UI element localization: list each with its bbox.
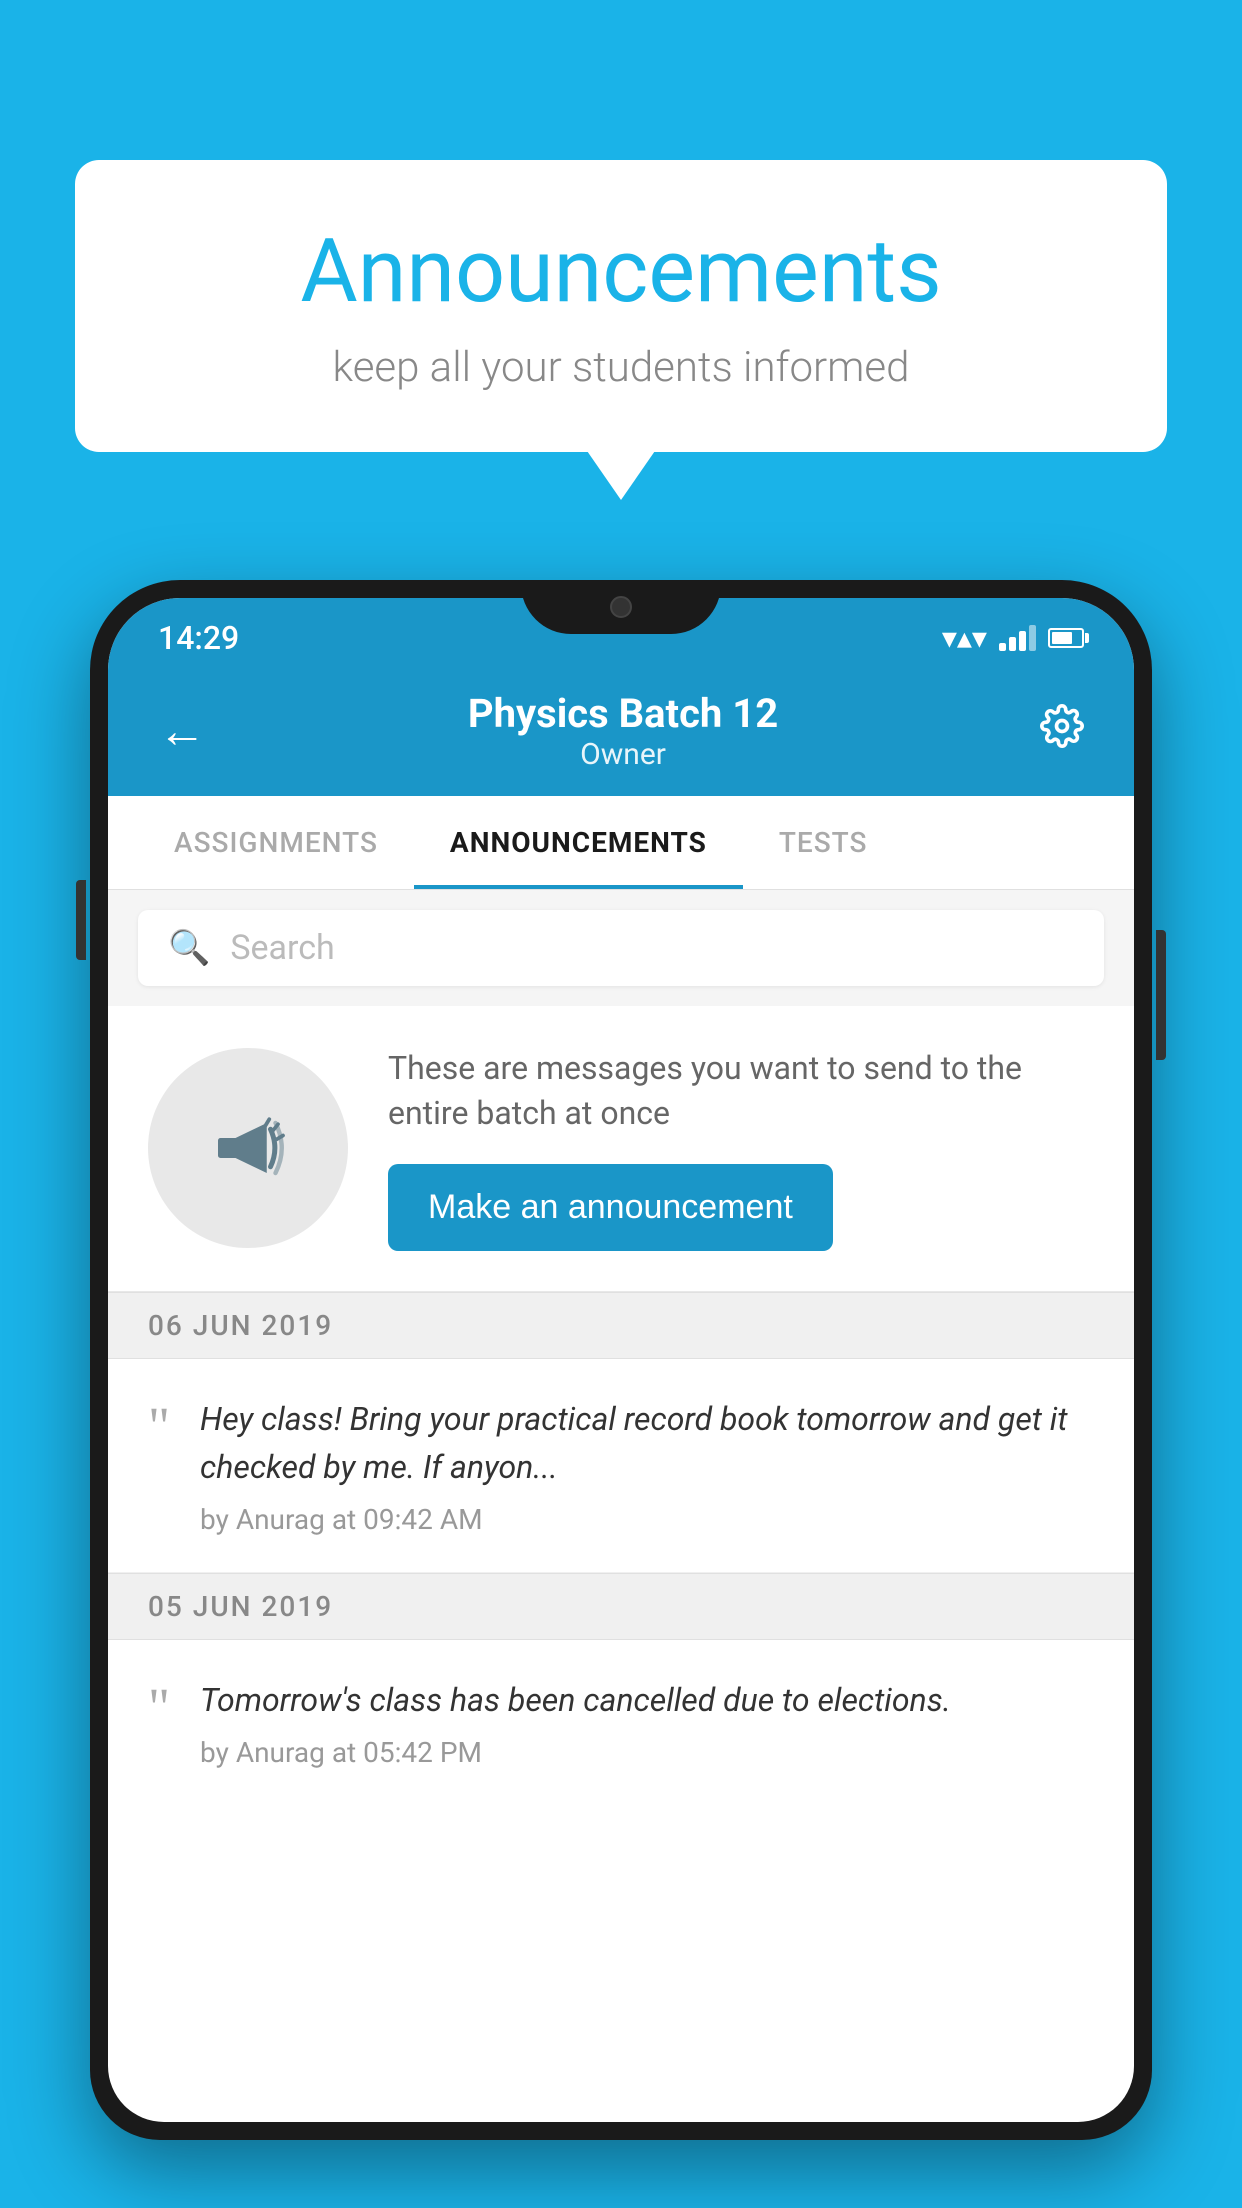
announcement-text-1: Hey class! Bring your practical record b… <box>200 1395 1094 1491</box>
announcement-content-1: Hey class! Bring your practical record b… <box>200 1395 1094 1536</box>
tab-announcements[interactable]: ANNOUNCEMENTS <box>414 796 743 889</box>
tab-tests[interactable]: TESTS <box>743 796 904 889</box>
announcement-item-2[interactable]: " Tomorrow's class has been cancelled du… <box>108 1640 1134 1805</box>
megaphone-icon <box>198 1098 298 1198</box>
app-header: ← Physics Batch 12 Owner <box>108 670 1134 796</box>
phone-mockup: 14:29 ▾▴▾ <box>90 580 1152 2208</box>
status-icons: ▾▴▾ <box>942 621 1084 656</box>
search-placeholder: Search <box>230 928 334 968</box>
announcement-item-1[interactable]: " Hey class! Bring your practical record… <box>108 1359 1134 1573</box>
tab-assignments[interactable]: ASSIGNMENTS <box>138 796 414 889</box>
quote-icon-2: " <box>148 1680 170 1734</box>
phone-screen: 14:29 ▾▴▾ <box>108 598 1134 2122</box>
signal-icon <box>999 625 1036 651</box>
announcement-text-2: Tomorrow's class has been cancelled due … <box>200 1676 1094 1724</box>
promo-content: These are messages you want to send to t… <box>388 1046 1094 1251</box>
bubble-title: Announcements <box>155 220 1087 323</box>
search-bar: 🔍 Search <box>108 890 1134 1006</box>
announcement-author-1: by Anurag at 09:42 AM <box>200 1503 1094 1536</box>
speech-bubble: Announcements keep all your students inf… <box>75 160 1167 452</box>
phone-notch <box>521 580 721 634</box>
bubble-subtitle: keep all your students informed <box>155 343 1087 392</box>
announcement-content-2: Tomorrow's class has been cancelled due … <box>200 1676 1094 1769</box>
batch-title: Physics Batch 12 <box>468 690 778 737</box>
batch-subtitle: Owner <box>468 737 778 772</box>
phone-outer: 14:29 ▾▴▾ <box>90 580 1152 2140</box>
promo-description: These are messages you want to send to t… <box>388 1046 1094 1136</box>
make-announcement-button[interactable]: Make an announcement <box>388 1164 833 1251</box>
back-button[interactable]: ← <box>158 707 206 755</box>
tabs-bar: ASSIGNMENTS ANNOUNCEMENTS TESTS <box>108 796 1134 890</box>
announcement-author-2: by Anurag at 05:42 PM <box>200 1736 1094 1769</box>
date-divider-1: 06 JUN 2019 <box>108 1292 1134 1359</box>
status-time: 14:29 <box>158 619 239 657</box>
wifi-icon: ▾▴▾ <box>942 621 987 656</box>
header-center: Physics Batch 12 Owner <box>468 690 778 772</box>
promo-section: These are messages you want to send to t… <box>108 1006 1134 1292</box>
camera-dot <box>610 596 632 618</box>
battery-icon <box>1048 628 1084 648</box>
date-divider-2: 05 JUN 2019 <box>108 1573 1134 1640</box>
speech-bubble-container: Announcements keep all your students inf… <box>75 160 1167 452</box>
megaphone-circle <box>148 1048 348 1248</box>
quote-icon-1: " <box>148 1399 170 1453</box>
search-input-wrapper[interactable]: 🔍 Search <box>138 910 1104 986</box>
settings-button[interactable] <box>1040 704 1084 759</box>
search-icon: 🔍 <box>168 928 210 968</box>
